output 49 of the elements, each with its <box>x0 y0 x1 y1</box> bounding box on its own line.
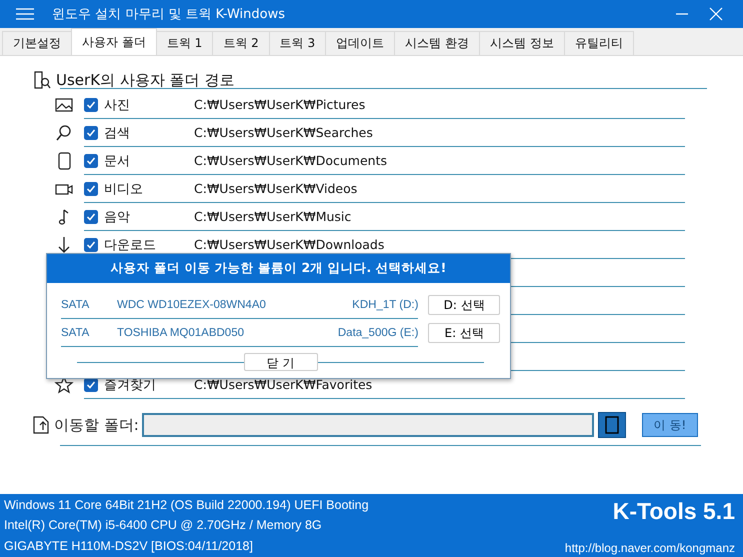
folder-checkbox[interactable] <box>84 210 98 224</box>
frame-icon <box>604 416 620 434</box>
system-info: Windows 11 Core 64Bit 21H2 (OS Build 22000.194) UEFI Booting <box>4 498 369 512</box>
tab[interactable]: 기본설정 <box>2 31 72 55</box>
folder-name: 다운로드 <box>104 236 157 254</box>
volume-label: KDH_1T (D:) <box>352 298 418 310</box>
folder-search-icon <box>32 70 52 90</box>
bus-type: SATA <box>61 298 90 310</box>
folder-name: 즐겨찾기 <box>104 376 157 394</box>
folder-path: C:₩Users₩UserK₩Pictures <box>194 97 366 112</box>
target-folder-label: 이동할 폴더: <box>54 416 139 434</box>
close-icon[interactable] <box>709 7 723 21</box>
product-name: K-Tools 5.1 <box>612 498 735 525</box>
disk-model: WDC WD10EZEX-08WN4A0 <box>117 298 267 310</box>
folder-name: 문서 <box>104 152 131 170</box>
bus-type: SATA <box>61 326 90 338</box>
folder-path: C:₩Users₩UserK₩Videos <box>194 181 358 196</box>
folder-checkbox[interactable] <box>84 238 98 252</box>
folder-path: C:₩Users₩UserK₩Documents <box>194 153 387 168</box>
system-info: Intel(R) Core(TM) i5-6400 CPU @ 2.70GHz / Memory 8G <box>4 518 323 532</box>
disk-model: TOSHIBA MQ01ABD050 <box>117 326 245 338</box>
browse-button[interactable] <box>598 412 626 438</box>
folder-checkbox[interactable] <box>84 126 98 140</box>
folder-path: C:₩Users₩UserK₩Favorites <box>194 377 372 392</box>
target-folder-field[interactable] <box>142 413 594 437</box>
select-button[interactable]: D: 선택 <box>428 295 500 315</box>
folder-checkbox[interactable] <box>84 154 98 168</box>
folder-checkbox[interactable] <box>84 182 98 196</box>
folder-checkbox[interactable] <box>84 378 98 392</box>
folder-name: 음악 <box>104 208 131 226</box>
folder-path: C:₩Users₩UserK₩Music <box>194 209 352 224</box>
dialog-title: 사용자 폴더 이동 가능한 볼륨이 2개 입니다. 선택하세요! <box>47 254 510 283</box>
folder-path: C:₩Users₩UserK₩Downloads <box>194 237 384 252</box>
select-button[interactable]: E: 선택 <box>428 323 500 343</box>
blog-link[interactable]: http://blog.naver.com/kongmanz <box>564 541 735 555</box>
tab[interactable]: 유틸리티 <box>564 31 634 55</box>
file-arrow-icon <box>32 415 50 435</box>
folder-path: C:₩Users₩UserK₩Searches <box>194 125 373 140</box>
folder-name: 사진 <box>104 96 131 114</box>
menu-icon[interactable] <box>16 8 34 20</box>
folder-name: 검색 <box>104 124 131 142</box>
folder-checkbox[interactable] <box>84 98 98 112</box>
section-title: UserK의 사용자 폴더 경로 <box>56 70 234 90</box>
system-info: GIGABYTE H110M-DS2V [BIOS:04/11/2018] <box>4 538 254 553</box>
close-button[interactable]: 닫 기 <box>244 353 318 371</box>
volume-label: Data_500G (E:) <box>338 326 418 338</box>
tab[interactable]: 사용자 폴더 <box>71 28 157 55</box>
window-title: 윈도우 설치 마무리 및 트윅 K-Windows <box>52 6 286 23</box>
folder-name: 비디오 <box>104 180 144 198</box>
